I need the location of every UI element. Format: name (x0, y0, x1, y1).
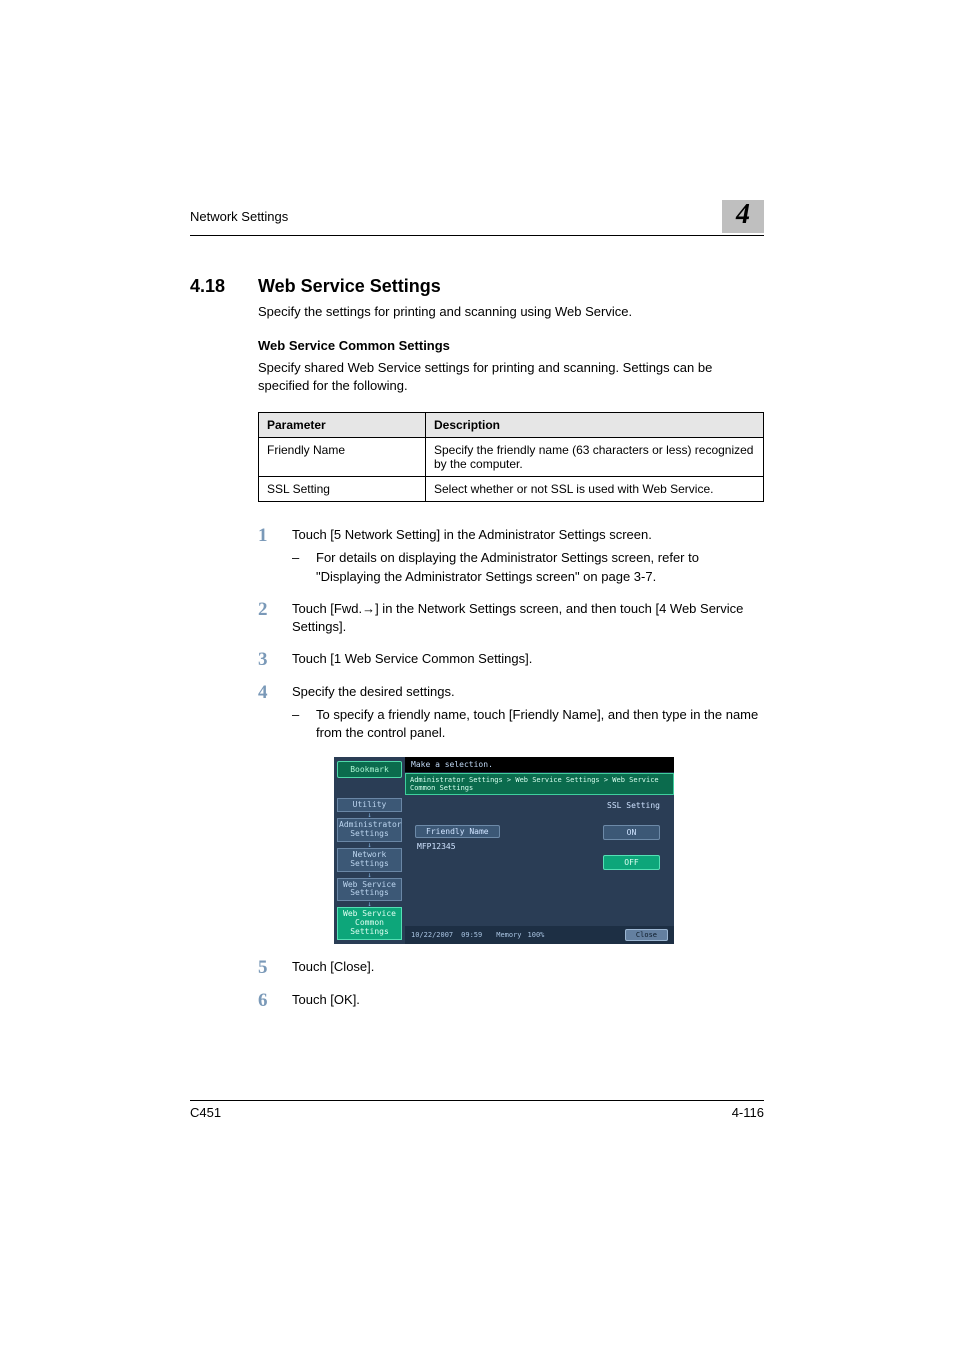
nav-webservice-button[interactable]: Web Service Settings (337, 878, 402, 902)
section-number: 4.18 (190, 276, 258, 297)
step-text: Touch [Close]. (292, 956, 764, 977)
step-subtext: For details on displaying the Administra… (316, 549, 764, 585)
chapter-number-badge: 4 (722, 200, 764, 233)
subsection-title: Web Service Common Settings (258, 338, 764, 353)
step-number: 4 (258, 681, 292, 702)
nav-utility-button[interactable]: Utility (337, 798, 402, 813)
step-text: Touch [Fwd.→] in the Network Settings sc… (292, 598, 764, 636)
memory-value: 100% (528, 931, 545, 939)
nav-common-settings-button[interactable]: Web Service Common Settings (337, 907, 402, 939)
step-number: 6 (258, 989, 292, 1010)
step-number: 3 (258, 648, 292, 669)
friendly-name-value: MFP12345 (417, 842, 664, 851)
footer-model: C451 (190, 1105, 732, 1120)
subsection-desc: Specify shared Web Service settings for … (258, 359, 764, 394)
touchscreen-figure: Bookmark Utility ↓ Administrator Setting… (334, 757, 674, 944)
ssl-setting-label: SSL Setting (607, 801, 660, 810)
close-button[interactable]: Close (625, 929, 668, 941)
memory-label: Memory (496, 931, 521, 939)
step-text: Touch [OK]. (292, 989, 764, 1010)
section-title: Web Service Settings (258, 276, 441, 297)
parameter-table: Parameter Description Friendly Name Spec… (258, 412, 764, 502)
step-text: Touch [1 Web Service Common Settings]. (292, 648, 764, 669)
touchscreen-date: 10/22/2007 (411, 931, 453, 939)
th-description: Description (426, 413, 764, 438)
footer-page: 4-116 (732, 1105, 764, 1120)
bookmark-button[interactable]: Bookmark (337, 761, 402, 778)
touchscreen-message: Make a selection. (405, 757, 674, 773)
ssl-on-button[interactable]: ON (603, 825, 660, 840)
step-subtext: To specify a friendly name, touch [Frien… (316, 706, 764, 742)
table-row: Friendly Name (259, 438, 426, 477)
step-text: Touch [5 Network Setting] in the Adminis… (292, 524, 764, 545)
step-number: 2 (258, 598, 292, 636)
table-row: Select whether or not SSL is used with W… (426, 477, 764, 502)
section-intro: Specify the settings for printing and sc… (258, 303, 764, 321)
th-parameter: Parameter (259, 413, 426, 438)
table-row: SSL Setting (259, 477, 426, 502)
step-number: 5 (258, 956, 292, 977)
nav-admin-button[interactable]: Administrator Settings (337, 818, 402, 842)
running-title: Network Settings (190, 209, 722, 224)
friendly-name-button[interactable]: Friendly Name (415, 825, 500, 838)
touchscreen-time: 09:59 (461, 931, 482, 939)
step-number: 1 (258, 524, 292, 545)
bullet-dash: – (292, 549, 316, 585)
table-row: Specify the friendly name (63 characters… (426, 438, 764, 477)
breadcrumb: Administrator Settings > Web Service Set… (405, 773, 674, 795)
step-text: Specify the desired settings. (292, 681, 764, 702)
bullet-dash: – (292, 706, 316, 742)
nav-network-button[interactable]: Network Settings (337, 848, 402, 872)
ssl-off-button[interactable]: OFF (603, 855, 660, 870)
